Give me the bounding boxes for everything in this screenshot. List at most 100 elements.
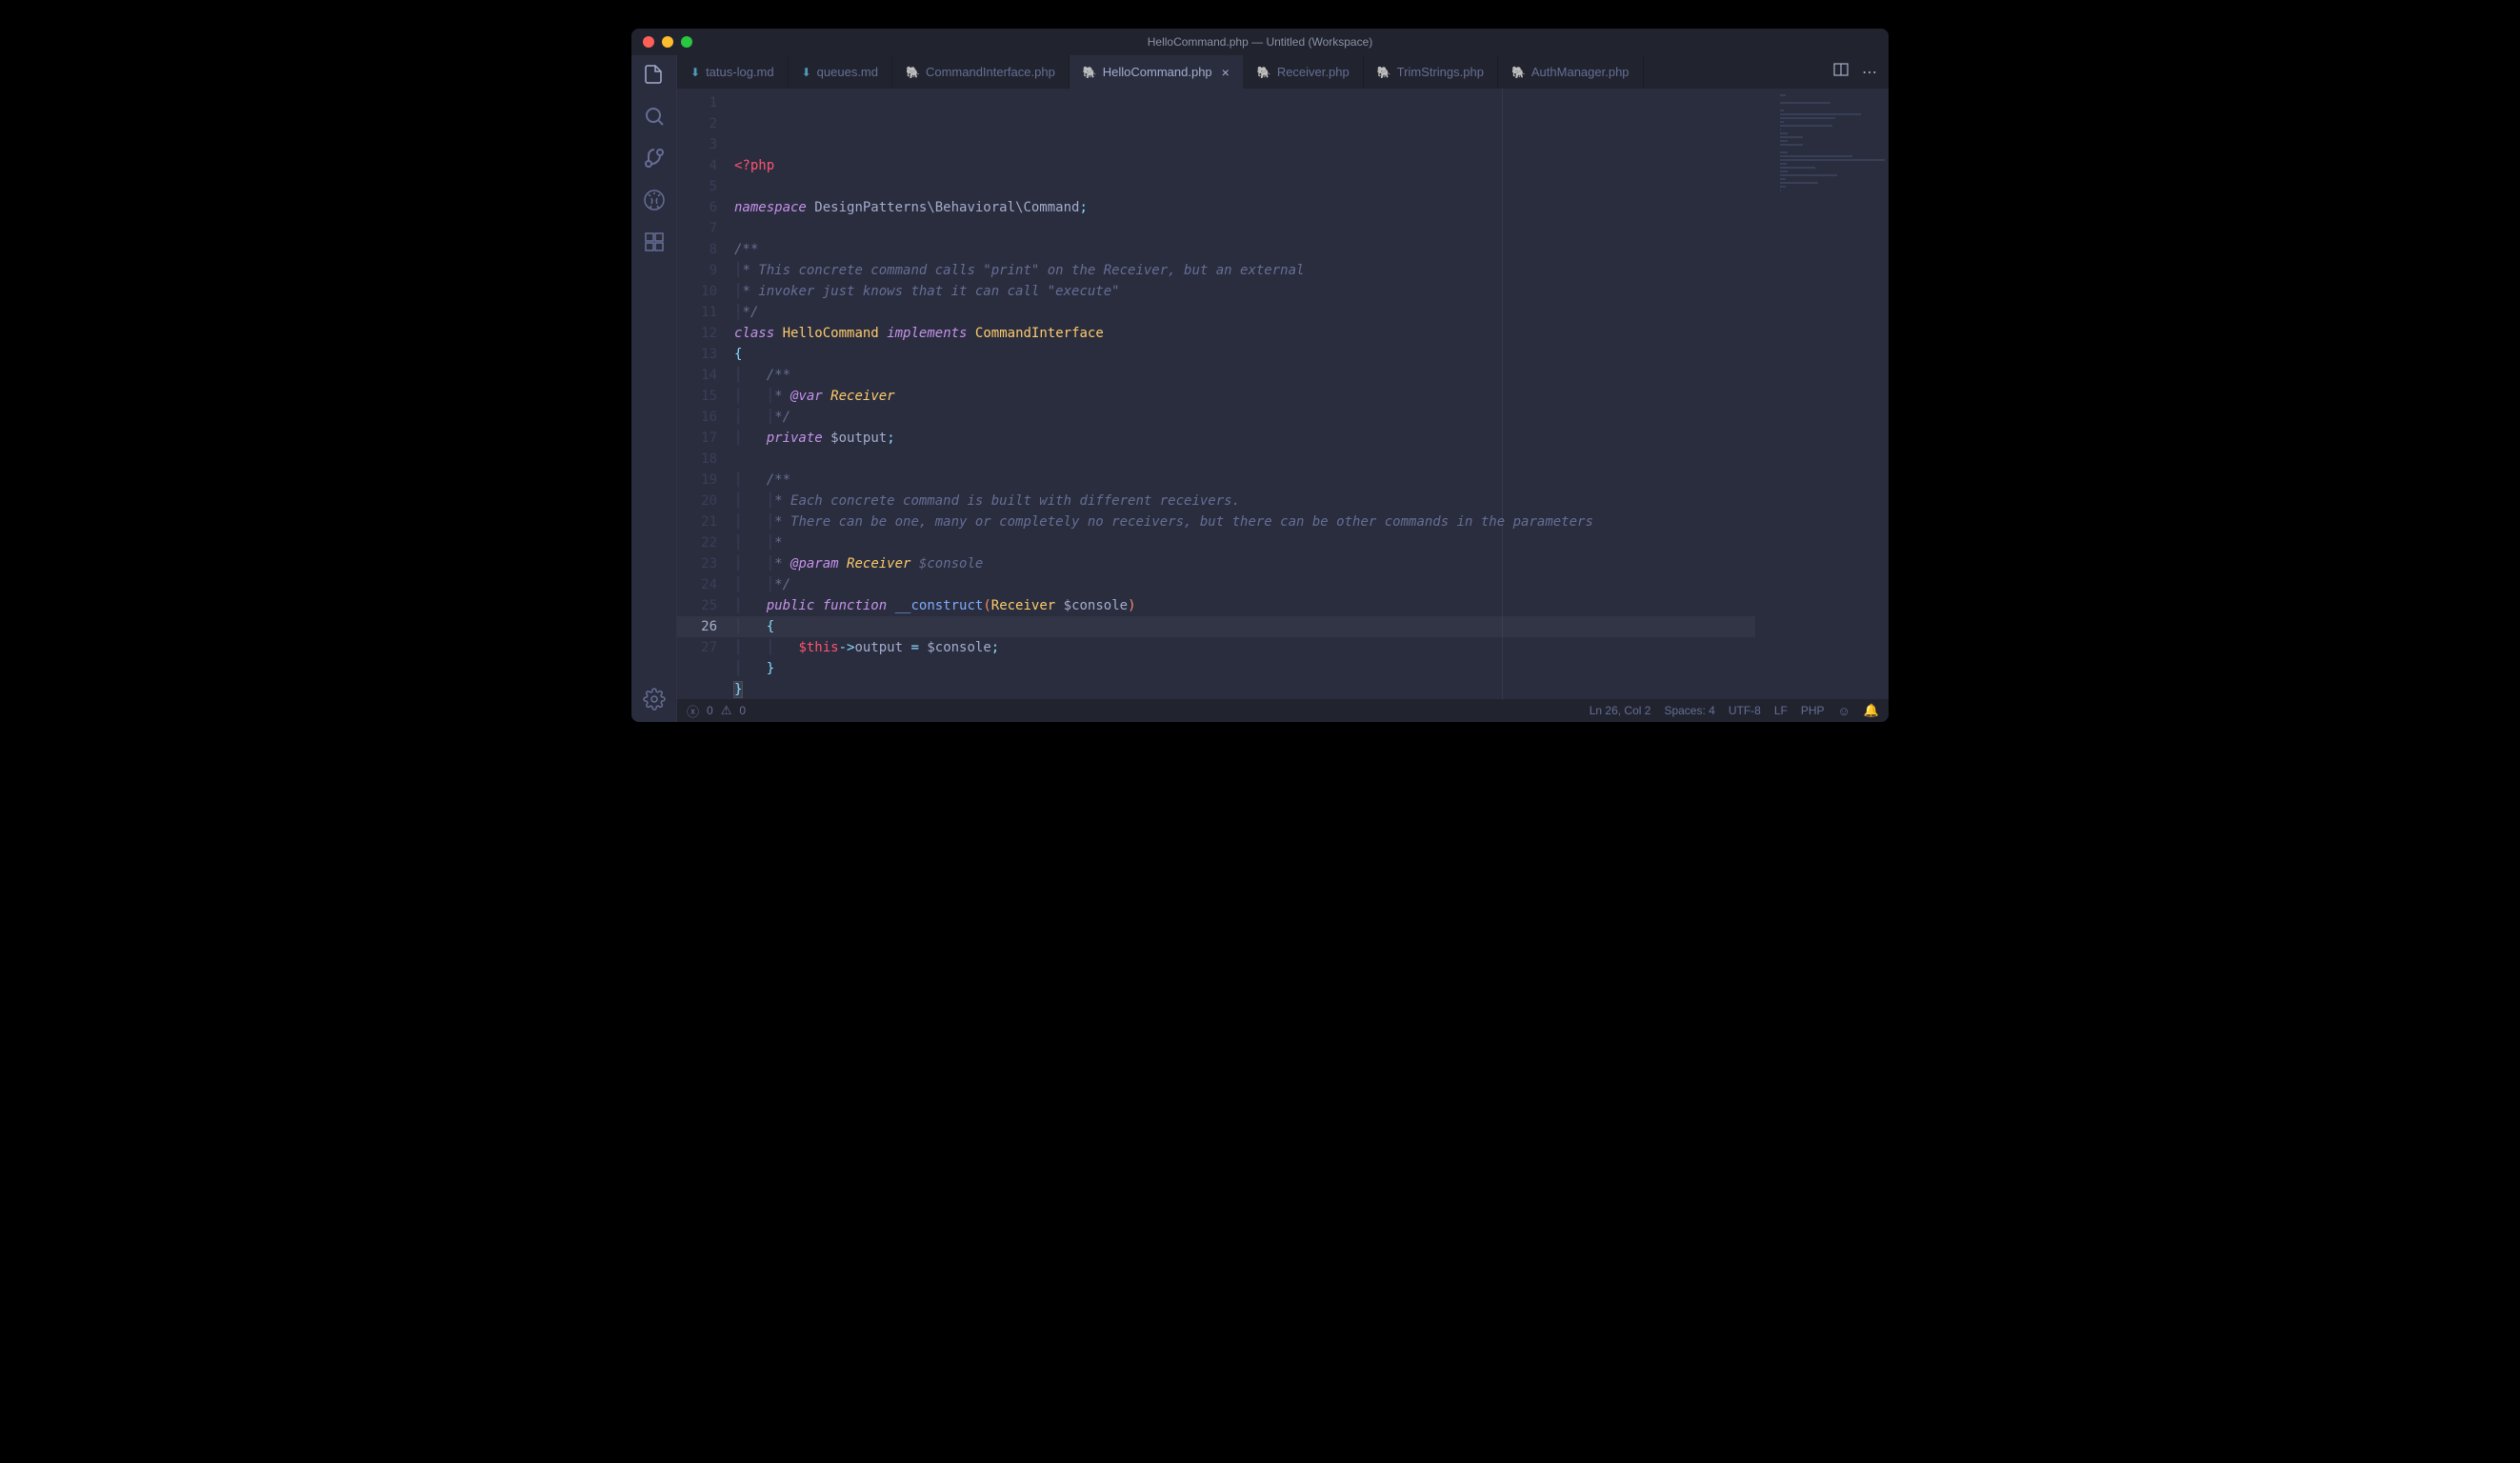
- line-number: 24: [677, 574, 717, 595]
- line-number: 15: [677, 386, 717, 407]
- code-line[interactable]: │*/: [734, 302, 1774, 323]
- code-line[interactable]: <?php: [734, 155, 1774, 176]
- more-actions-icon[interactable]: ⋯: [1862, 63, 1877, 82]
- code-line[interactable]: [734, 176, 1774, 197]
- titlebar[interactable]: HelloCommand.php — Untitled (Workspace): [631, 29, 1889, 55]
- code-line[interactable]: /**: [734, 239, 1774, 260]
- line-number: 25: [677, 595, 717, 616]
- code-line[interactable]: │ /**: [734, 470, 1774, 491]
- code-line[interactable]: │* This concrete command calls "print" o…: [734, 260, 1774, 281]
- line-number: 2: [677, 113, 717, 134]
- tab-Receiver-php[interactable]: 🐘Receiver.php: [1244, 55, 1364, 89]
- line-number: 16: [677, 407, 717, 428]
- code-line[interactable]: │ │* Each concrete command is built with…: [734, 491, 1774, 511]
- window-minimize-button[interactable]: [662, 36, 673, 48]
- tab-CommandInterface-php[interactable]: 🐘 CommandInterface.php: [892, 55, 1070, 89]
- code-line[interactable]: │ /**: [734, 365, 1774, 386]
- line-number: 23: [677, 553, 717, 574]
- line-number: 14: [677, 365, 717, 386]
- warnings-count[interactable]: 0: [739, 704, 746, 717]
- line-number: 13: [677, 344, 717, 365]
- errors-count[interactable]: 0: [707, 704, 713, 717]
- encoding-status[interactable]: UTF-8: [1729, 704, 1761, 717]
- line-number: 1: [677, 92, 717, 113]
- notifications-icon[interactable]: 🔔: [1864, 703, 1879, 718]
- settings-gear-icon[interactable]: [643, 688, 666, 711]
- line-number: 22: [677, 532, 717, 553]
- tab-label: queues.md: [817, 65, 878, 79]
- window-title: HelloCommand.php — Untitled (Workspace): [1148, 35, 1373, 49]
- tab-HelloCommand-php[interactable]: 🐘HelloCommand.php×: [1070, 55, 1244, 89]
- code-line[interactable]: class HelloCommand implements CommandInt…: [734, 323, 1774, 344]
- md-file-icon: ⬇: [802, 66, 811, 79]
- code-line[interactable]: [734, 449, 1774, 470]
- code-line[interactable]: {: [734, 344, 1774, 365]
- line-number: 12: [677, 323, 717, 344]
- tab-label: Receiver.php: [1277, 65, 1350, 79]
- code-line[interactable]: │ {: [734, 616, 1774, 637]
- code-line[interactable]: │ │* @var Receiver: [734, 386, 1774, 407]
- eol-status[interactable]: LF: [1774, 704, 1788, 717]
- line-number: 20: [677, 491, 717, 511]
- explorer-icon[interactable]: [643, 63, 666, 86]
- status-bar: ⓧ 0 ⚠ 0 Ln 26, Col 2 Spaces: 4 UTF-8 LF …: [677, 699, 1889, 722]
- warnings-icon[interactable]: ⚠: [721, 703, 732, 718]
- tab-label: tatus-log.md: [706, 65, 774, 79]
- line-number: 18: [677, 449, 717, 470]
- indent-status[interactable]: Spaces: 4: [1664, 704, 1714, 717]
- search-icon[interactable]: [643, 105, 666, 128]
- code-line[interactable]: [734, 218, 1774, 239]
- line-number: 19: [677, 470, 717, 491]
- line-number: 8: [677, 239, 717, 260]
- minimap[interactable]: [1774, 89, 1889, 699]
- tab-bar: ⬇ tatus-log.md ⬇ queues.md 🐘 CommandInterface…: [677, 55, 1889, 89]
- code-line[interactable]: }: [734, 679, 1774, 699]
- tab-queues-md[interactable]: ⬇ queues.md: [789, 55, 892, 89]
- tab-label: CommandInterface.php: [926, 65, 1055, 79]
- php-file-icon: 🐘: [1511, 66, 1526, 79]
- tab-tatus-log-md[interactable]: ⬇ tatus-log.md: [677, 55, 789, 89]
- language-status[interactable]: PHP: [1801, 704, 1825, 717]
- editor[interactable]: 1234567891011121314151617181920212223242…: [677, 89, 1889, 699]
- code-content[interactable]: <?php namespace DesignPatterns\Behaviora…: [734, 89, 1774, 699]
- ruler: [1502, 89, 1503, 699]
- feedback-icon[interactable]: ☺: [1838, 704, 1850, 718]
- code-line[interactable]: │ │* There can be one, many or completel…: [734, 511, 1774, 532]
- line-number: 27: [677, 637, 717, 658]
- code-line[interactable]: │ public function __construct(Receiver $…: [734, 595, 1774, 616]
- code-line[interactable]: │ │* @param Receiver $console: [734, 553, 1774, 574]
- tab-AuthManager-php[interactable]: 🐘AuthManager.php: [1498, 55, 1644, 89]
- cursor-position[interactable]: Ln 26, Col 2: [1590, 704, 1651, 717]
- php-file-icon: 🐘: [906, 66, 920, 79]
- line-number: 5: [677, 176, 717, 197]
- code-line[interactable]: │ │*: [734, 532, 1774, 553]
- line-number: 10: [677, 281, 717, 302]
- php-file-icon: 🐘: [1377, 66, 1391, 79]
- close-tab-icon[interactable]: ×: [1222, 65, 1230, 80]
- code-line[interactable]: │ │*/: [734, 407, 1774, 428]
- line-gutter: 1234567891011121314151617181920212223242…: [677, 89, 734, 699]
- line-number: 7: [677, 218, 717, 239]
- code-line[interactable]: namespace DesignPatterns\Behavioral\Comm…: [734, 197, 1774, 218]
- code-line[interactable]: │ │*/: [734, 574, 1774, 595]
- extensions-icon[interactable]: [643, 230, 666, 253]
- code-line[interactable]: │* invoker just knows that it can call "…: [734, 281, 1774, 302]
- line-number: 6: [677, 197, 717, 218]
- errors-icon[interactable]: ⓧ: [687, 702, 699, 720]
- split-editor-icon[interactable]: [1833, 62, 1849, 82]
- md-file-icon: ⬇: [690, 66, 700, 79]
- tab-TrimStrings-php[interactable]: 🐘 TrimStrings.php: [1364, 55, 1498, 89]
- window-close-button[interactable]: [643, 36, 654, 48]
- line-number: 21: [677, 511, 717, 532]
- debug-icon[interactable]: [643, 189, 666, 211]
- line-number: 11: [677, 302, 717, 323]
- source-control-icon[interactable]: [643, 147, 666, 170]
- code-line[interactable]: │ private $output;: [734, 428, 1774, 449]
- tab-label: TrimStrings.php: [1397, 65, 1484, 79]
- line-number: 17: [677, 428, 717, 449]
- window-maximize-button[interactable]: [681, 36, 692, 48]
- line-number: 4: [677, 155, 717, 176]
- code-line[interactable]: │ }: [734, 658, 1774, 679]
- code-line[interactable]: │ │ $this->output = $console;: [734, 637, 1774, 658]
- tab-label: HelloCommand.php: [1103, 65, 1212, 79]
